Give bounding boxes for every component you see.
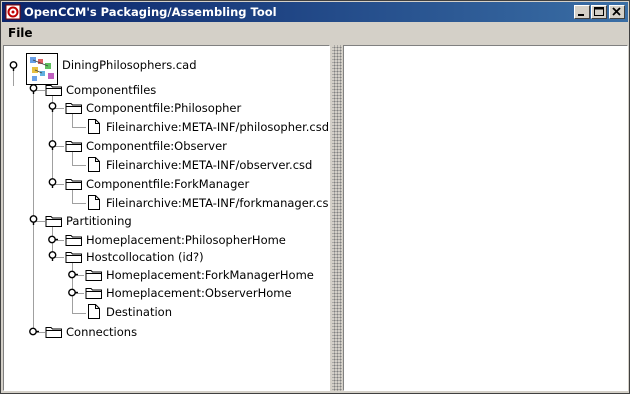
expanded-handle-icon[interactable] [47, 139, 58, 150]
folder-icon [45, 85, 62, 96]
tree-node-label: Componentfile:ForkManager [86, 177, 250, 191]
tree-node-label: DiningPhilosophers.cad [62, 58, 197, 72]
tree-connector [33, 94, 34, 332]
collapsed-handle-icon[interactable] [67, 287, 78, 298]
expanded-handle-icon[interactable] [47, 177, 58, 188]
folder-icon [45, 216, 62, 227]
app-icon [5, 4, 21, 20]
title-bar[interactable]: OpenCCM's Packaging/Assembling Tool [2, 2, 628, 22]
tree-node-label: Connections [66, 325, 138, 339]
collapsed-handle-icon[interactable] [28, 326, 39, 337]
minimize-icon [578, 14, 584, 16]
tree-node-label: Partitioning [66, 214, 132, 228]
file-icon [88, 304, 100, 319]
application-window: OpenCCM's Packaging/Assembling Tool File [0, 0, 630, 394]
tree-node-label: Homeplacement:ForkManagerHome [106, 268, 314, 282]
close-icon [612, 7, 621, 16]
tree-connector [72, 203, 86, 204]
tree-connector [72, 313, 86, 314]
assembly-icon [26, 53, 58, 85]
expanded-handle-icon[interactable] [47, 250, 58, 261]
menu-bar: File [2, 23, 628, 43]
folder-icon [65, 179, 82, 190]
folder-icon [85, 288, 102, 299]
window-title: OpenCCM's Packaging/Assembling Tool [24, 5, 277, 19]
tree-node-label: Destination [106, 305, 172, 319]
menu-file[interactable]: File [8, 26, 33, 40]
tree-node-label: Componentfiles [66, 83, 157, 97]
tree-panel[interactable]: DiningPhilosophers.cad Componentfiles Co… [3, 45, 330, 391]
folder-icon [65, 141, 82, 152]
maximize-button[interactable] [591, 5, 607, 19]
tree-node-label: Fileinarchive:META-INF/forkmanager.csd [106, 196, 330, 210]
folder-icon [85, 270, 102, 281]
expanded-handle-icon[interactable] [28, 214, 39, 225]
maximize-icon [594, 7, 604, 16]
minimize-button[interactable] [574, 5, 590, 19]
file-icon [88, 119, 100, 134]
expanded-handle-icon[interactable] [28, 83, 39, 94]
expanded-handle-icon[interactable] [8, 60, 19, 71]
file-icon [88, 157, 100, 172]
tree-node-label: Componentfile:Observer [86, 139, 227, 153]
tree-connector [72, 127, 86, 128]
collapsed-handle-icon[interactable] [67, 269, 78, 280]
folder-icon [65, 103, 82, 114]
tree-connector [72, 165, 86, 166]
close-button[interactable] [609, 5, 625, 19]
tree-node-label: Homeplacement:ObserverHome [106, 286, 292, 300]
file-icon [88, 195, 100, 210]
expanded-handle-icon[interactable] [47, 101, 58, 112]
folder-icon [65, 252, 82, 263]
tree-node-label: Homeplacement:PhilosopherHome [86, 233, 286, 247]
tree-node-label: Fileinarchive:META-INF/philosopher.csd [106, 120, 330, 134]
tree-node-label: Fileinarchive:META-INF/observer.csd [106, 158, 313, 172]
tree-node-label: Hostcollocation (id?) [86, 250, 204, 264]
details-panel [343, 45, 628, 391]
split-pane-divider[interactable] [332, 45, 342, 391]
folder-icon [45, 327, 62, 338]
collapsed-handle-icon[interactable] [47, 234, 58, 245]
tree-node-label: Componentfile:Philosopher [86, 101, 242, 115]
folder-icon [65, 235, 82, 246]
